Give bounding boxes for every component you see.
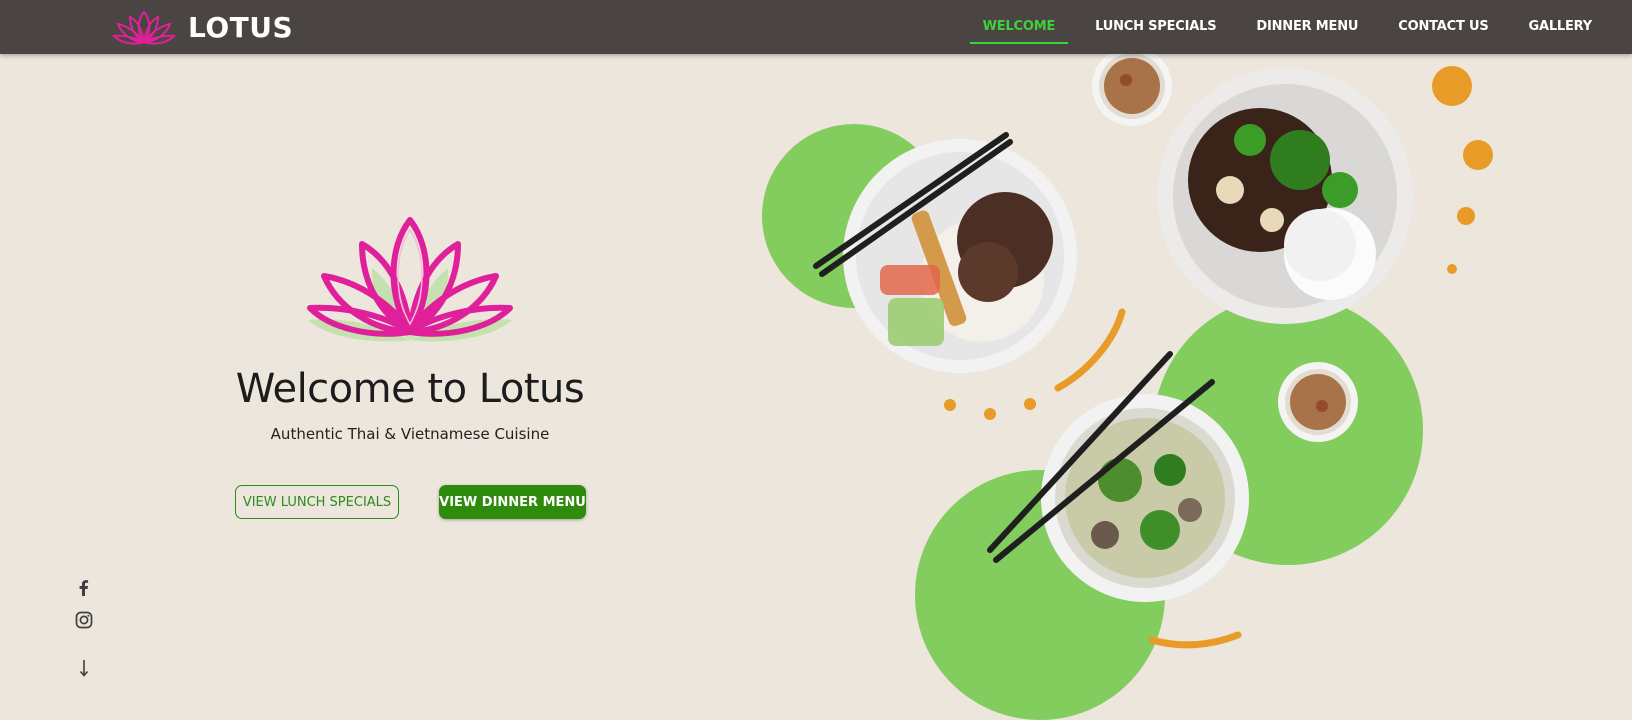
hero-title: Welcome to Lotus [235,366,585,412]
facebook-icon[interactable] [74,578,94,598]
nav-item-dinner-menu[interactable]: DINNER MENU [1256,0,1358,54]
brand[interactable]: LOTUS [112,8,293,46]
main-nav: WELCOME LUNCH SPECIALS DINNER MENU CONTA… [943,0,1592,54]
decor-orange-dot [984,408,996,420]
sauce-cup [1278,362,1358,442]
sauce-cup [1092,46,1172,126]
beef-rice-plate [1157,68,1413,324]
nav-item-welcome[interactable]: WELCOME [969,0,1068,54]
food-illustration [762,46,1493,720]
hero-subtitle: Authentic Thai & Vietnamese Cuisine [270,425,550,443]
decor-orange-arc [1148,631,1242,649]
decor-orange-dot [1432,66,1472,106]
top-navbar: LOTUS WELCOME LUNCH SPECIALS DINNER MENU… [0,0,1632,54]
decor-orange-dot [1463,140,1493,170]
decor-orange-dot [944,399,956,411]
nav-item-contact-us[interactable]: CONTACT US [1398,0,1488,54]
view-lunch-specials-button[interactable]: VIEW LUNCH SPECIALS [235,485,399,519]
decor-orange-dot [1447,264,1457,274]
brand-name: LOTUS [188,10,294,44]
decor-orange-arc [1054,308,1126,392]
decor-orange-dot [1024,398,1036,410]
view-dinner-menu-button[interactable]: VIEW DINNER MENU [439,485,586,519]
nav-item-lunch-specials[interactable]: LUNCH SPECIALS [1095,0,1216,54]
instagram-icon[interactable] [74,610,94,630]
arrow-down-icon[interactable] [74,658,94,678]
lotus-flower-icon [307,217,513,342]
lotus-flower-icon [112,10,176,45]
decor-orange-dot [1457,207,1475,225]
nav-item-gallery[interactable]: GALLERY [1529,0,1593,54]
